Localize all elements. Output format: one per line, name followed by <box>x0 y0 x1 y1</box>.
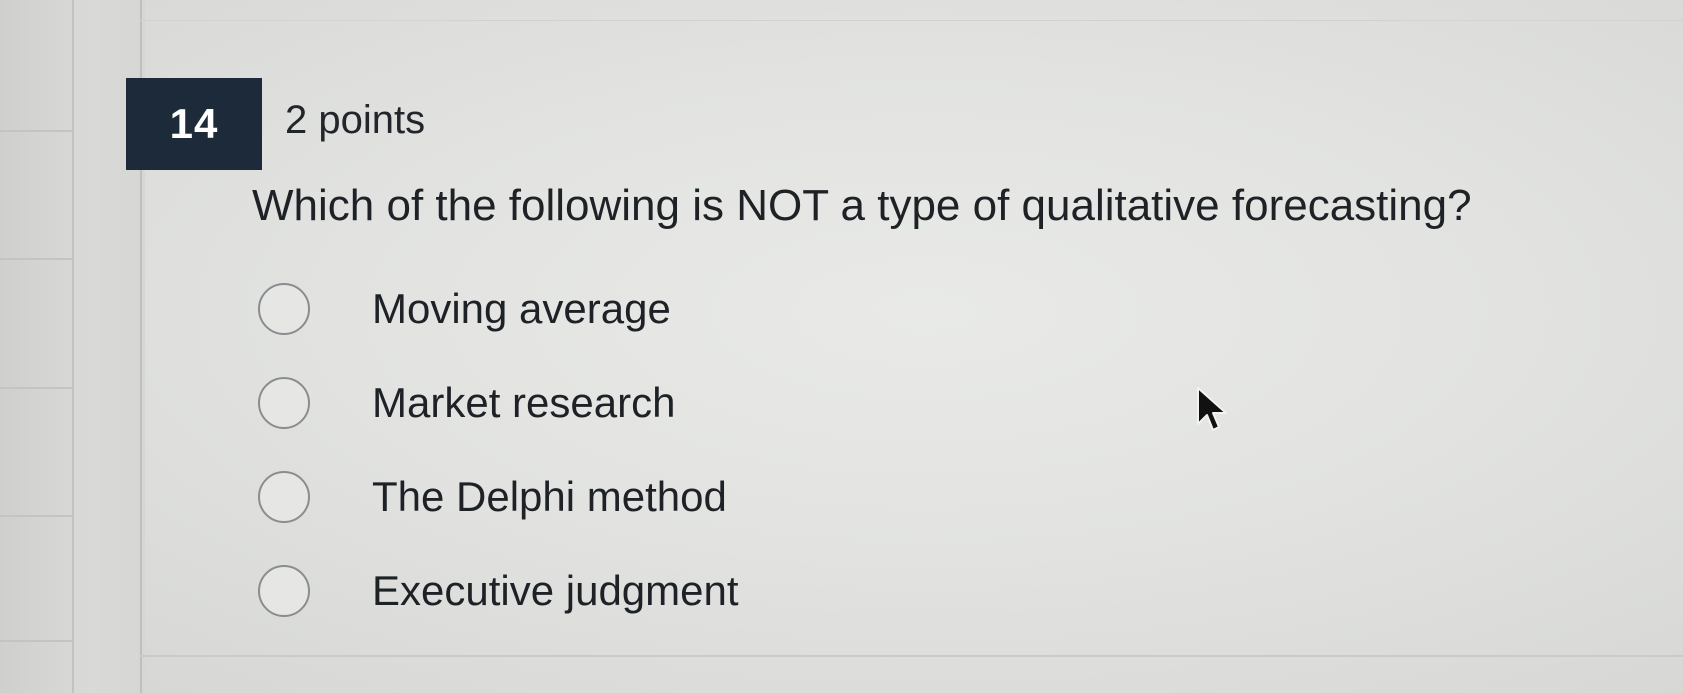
radio-button[interactable] <box>258 471 310 523</box>
answer-options: Moving average Market research The Delph… <box>258 262 1158 638</box>
mouse-pointer-icon <box>1197 387 1227 431</box>
radio-button[interactable] <box>258 565 310 617</box>
left-navigation-rail <box>0 0 145 693</box>
option-label: The Delphi method <box>372 473 727 520</box>
question-points: 2 points <box>285 98 426 142</box>
rail-divider <box>72 0 74 693</box>
rail-row-divider <box>0 387 74 389</box>
radio-button[interactable] <box>258 377 310 429</box>
option-label: Executive judgment <box>372 567 739 614</box>
rail-row-divider <box>0 515 74 517</box>
divider <box>140 655 1683 657</box>
option-label: Moving average <box>372 285 671 332</box>
rail-row-divider <box>0 130 74 132</box>
question-number-badge: 14 <box>126 78 262 170</box>
option-executive-judgment[interactable]: Executive judgment <box>258 544 1158 638</box>
radio-button[interactable] <box>258 283 310 335</box>
option-market-research[interactable]: Market research <box>258 356 1158 450</box>
rail-row-divider <box>0 640 74 642</box>
question-prompt: Which of the following is NOT a type of … <box>252 181 1472 230</box>
option-label: Market research <box>372 379 676 426</box>
rail-row-divider <box>0 258 74 260</box>
option-moving-average[interactable]: Moving average <box>258 262 1158 356</box>
option-delphi-method[interactable]: The Delphi method <box>258 450 1158 544</box>
divider <box>140 20 1683 21</box>
